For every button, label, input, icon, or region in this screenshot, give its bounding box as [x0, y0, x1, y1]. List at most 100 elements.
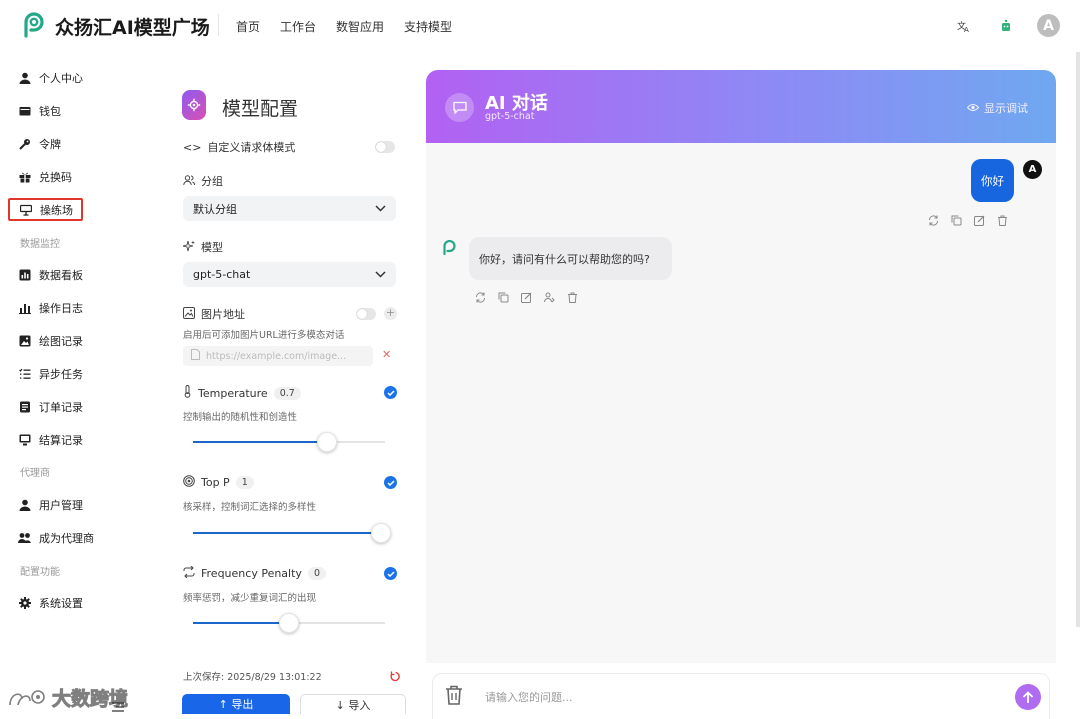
sidebar-item-settlement[interactable]: 结算记录	[18, 429, 83, 451]
sidebar-item-playground[interactable]: 操练场	[8, 198, 83, 221]
show-debug-label: 显示调试	[984, 102, 1028, 115]
collapse-menu-icon[interactable]	[112, 702, 124, 715]
sidebar-item-label: 令牌	[39, 138, 61, 151]
group-label-row: 分组	[183, 173, 223, 189]
reset-icon[interactable]	[390, 667, 401, 686]
sidebar-item-label: 绘图记录	[39, 335, 83, 348]
add-image-icon[interactable]: +	[384, 307, 397, 320]
slider-thumb[interactable]	[279, 613, 299, 633]
sidebar-item-dashboard[interactable]: 数据看板	[18, 264, 83, 286]
temperature-value-badge: 0.7	[273, 386, 301, 400]
nav-data-apps[interactable]: 数智应用	[336, 18, 384, 35]
frequency-penalty-row: Frequency Penalty 0	[183, 565, 326, 581]
model-select[interactable]: gpt-5-chat	[183, 262, 396, 287]
sidebar-item-user-management[interactable]: 用户管理	[18, 494, 83, 516]
playground-icon	[19, 203, 32, 216]
export-button[interactable]: ↑ 导出	[182, 694, 290, 714]
sidebar-item-profile[interactable]: 个人中心	[18, 67, 83, 89]
top-p-hint: 核采样，控制词汇选择的多样性	[183, 502, 317, 513]
chat-input-field[interactable]: 请输入您的问题...	[485, 689, 573, 705]
sidebar-item-drawing-records[interactable]: 绘图记录	[18, 330, 83, 352]
delete-icon[interactable]	[996, 214, 1009, 227]
sidebar-item-label: 个人中心	[39, 72, 83, 85]
edit-icon[interactable]	[973, 214, 986, 227]
sidebar-item-orders[interactable]: 订单记录	[18, 396, 83, 418]
frequency-penalty-enabled-check[interactable]	[384, 567, 397, 580]
repeat-icon	[183, 565, 195, 581]
translate-icon[interactable]: 文A	[953, 15, 975, 37]
sidebar-item-label: 钱包	[39, 105, 61, 118]
group-select[interactable]: 默认分组	[183, 196, 396, 221]
top-p-enabled-check[interactable]	[384, 476, 397, 489]
thermometer-icon	[183, 385, 192, 401]
slider-thumb[interactable]	[317, 432, 337, 452]
delete-icon[interactable]	[566, 291, 579, 304]
copy-icon[interactable]	[497, 291, 510, 304]
frequency-penalty-slider[interactable]	[193, 613, 385, 633]
remove-url-icon[interactable]: ✕	[382, 348, 391, 361]
temperature-slider[interactable]	[193, 432, 385, 452]
import-button[interactable]: ↓ 导入	[300, 694, 406, 714]
image-url-input[interactable]: https://example.com/image...	[183, 346, 373, 366]
chevron-down-icon	[375, 202, 386, 215]
target-icon	[183, 475, 195, 490]
send-button[interactable]	[1015, 684, 1041, 710]
monitor-icon	[18, 434, 31, 447]
temperature-enabled-check[interactable]	[384, 386, 397, 399]
wallet-icon	[18, 105, 31, 118]
image-url-placeholder: https://example.com/image...	[206, 350, 347, 362]
top-right-tools: 文A A	[953, 14, 1060, 37]
ai-avatar-icon	[443, 240, 456, 255]
regenerate-icon[interactable]	[474, 291, 487, 304]
user-avatar[interactable]: A	[1037, 14, 1060, 37]
sidebar-item-operation-log[interactable]: 操作日志	[18, 297, 83, 319]
sidebar-item-become-agent[interactable]: 成为代理商	[18, 527, 94, 549]
chevron-down-icon	[375, 268, 386, 281]
sidebar-item-label: 操作日志	[39, 302, 83, 315]
sidebar-section-config: 配置功能	[20, 567, 60, 578]
top-p-row: Top P 1	[183, 475, 254, 490]
last-saved-text: 上次保存: 2025/8/29 13:01:22	[183, 672, 322, 683]
sidebar-item-redeem[interactable]: 兑换码	[18, 166, 72, 188]
bar-chart-icon	[18, 302, 31, 315]
watermark: 大数跨境	[8, 684, 129, 711]
top-p-label: Top P	[201, 476, 230, 489]
slider-fill	[193, 532, 385, 534]
sidebar-item-tokens[interactable]: 令牌	[18, 133, 61, 155]
sidebar-section-agents: 代理商	[20, 468, 50, 479]
task-list-icon	[18, 368, 31, 381]
image-url-row: 图片地址	[183, 306, 245, 322]
edit-icon[interactable]	[520, 291, 533, 304]
nav-supported-models[interactable]: 支持模型	[404, 18, 452, 35]
user-icon	[18, 72, 31, 85]
user-switch-icon[interactable]	[543, 291, 556, 304]
sidebar-item-async-tasks[interactable]: 异步任务	[18, 363, 83, 385]
brand-name[interactable]: 众扬汇AI模型广场	[55, 13, 210, 40]
dashboard-icon	[18, 269, 31, 282]
clear-chat-icon[interactable]	[445, 685, 463, 709]
file-icon	[191, 349, 200, 363]
brand-logo-icon[interactable]	[22, 12, 46, 38]
nav-workbench[interactable]: 工作台	[280, 18, 316, 35]
sidebar: 个人中心 钱包 令牌 兑换码 操练场 数据监控 数据看板 操作日志 绘图记录 异…	[0, 60, 130, 719]
key-icon	[18, 138, 31, 151]
regenerate-icon[interactable]	[927, 214, 940, 227]
settings-gear-icon	[182, 90, 206, 120]
sidebar-item-system-settings[interactable]: 系统设置	[18, 592, 83, 614]
top-p-slider[interactable]	[193, 523, 391, 543]
robot-icon[interactable]	[995, 15, 1017, 37]
model-select-value: gpt-5-chat	[193, 268, 251, 281]
sidebar-item-wallet[interactable]: 钱包	[18, 100, 61, 122]
sidebar-item-label: 系统设置	[39, 597, 83, 610]
sidebar-item-label: 操练场	[40, 203, 73, 217]
nav-home[interactable]: 首页	[236, 18, 260, 35]
copy-icon[interactable]	[950, 214, 963, 227]
eye-icon	[966, 102, 980, 115]
custom-body-label: 自定义请求体模式	[207, 141, 296, 154]
slider-thumb[interactable]	[371, 523, 391, 543]
show-debug-button[interactable]: 显示调试	[966, 100, 1028, 116]
page-scrollbar[interactable]	[1076, 52, 1080, 627]
image-icon	[183, 306, 195, 322]
custom-body-toggle[interactable]	[375, 141, 395, 153]
image-url-toggle[interactable]	[356, 308, 376, 320]
